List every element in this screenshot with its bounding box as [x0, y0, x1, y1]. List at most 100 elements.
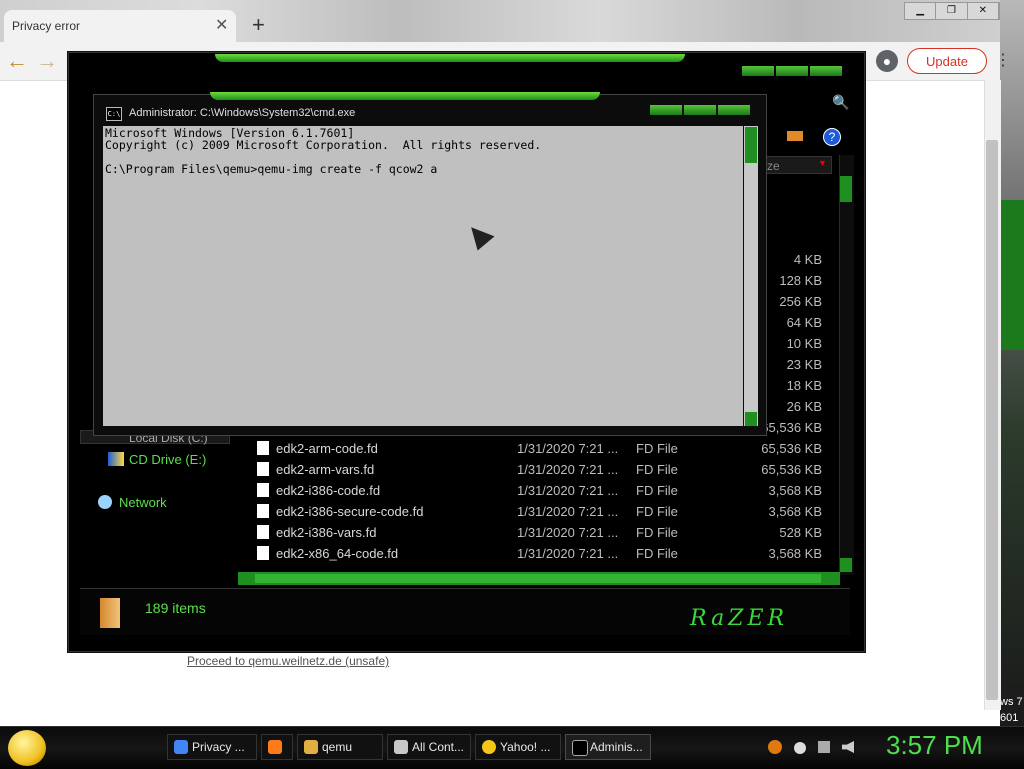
file-row[interactable]: edk2-arm-code.fd 1/31/2020 7:21 ... FD F… [255, 439, 830, 459]
taskbar-button-chrome[interactable]: Privacy ... [167, 734, 257, 760]
file-icon [257, 462, 269, 476]
horizontal-scrollbar-thumb[interactable] [255, 574, 821, 583]
cd-drive-icon [108, 452, 124, 466]
file-icon [257, 441, 269, 455]
cmd-scrollbar[interactable] [744, 126, 758, 426]
file-type: FD File [636, 441, 678, 456]
file-icon [257, 504, 269, 518]
cmd-minimize-button[interactable] [650, 105, 682, 115]
desktop-wallpaper-accent [1000, 200, 1024, 350]
file-row[interactable]: edk2-arm-vars.fd 1/31/2020 7:21 ... FD F… [255, 460, 830, 480]
firefox-icon [268, 740, 282, 754]
nav-cd-drive[interactable]: CD Drive (E:) [129, 452, 206, 467]
taskbar-clock[interactable]: 3:57 PM [886, 730, 983, 761]
file-date: 1/31/2020 7:21 ... [517, 525, 619, 540]
cmd-scrollbar-thumb[interactable] [745, 127, 757, 163]
explorer-close-button[interactable] [810, 66, 842, 76]
taskbar-button-label: All Cont... [412, 740, 465, 754]
console-line: Copyright (c) 2009 Microsoft Corporation… [105, 138, 542, 152]
tray-search-icon[interactable] [768, 740, 782, 754]
back-button[interactable]: ← [6, 48, 28, 74]
file-name: edk2-i386-code.fd [276, 483, 381, 498]
file-size: 3,568 KB [768, 546, 823, 561]
file-type: FD File [636, 462, 678, 477]
desktop-wallpaper [1000, 0, 1024, 726]
start-button[interactable] [8, 730, 46, 766]
contacts-icon [394, 740, 408, 754]
taskbar-button-label: Yahoo! ... [500, 740, 551, 754]
folder-icon[interactable] [787, 131, 803, 141]
tab-close-icon[interactable]: ✕ [215, 15, 228, 35]
console-text: Microsoft Windows [Version 6.1.7601] Copy… [105, 127, 541, 175]
file-date: 1/31/2020 7:21 ... [517, 441, 619, 456]
cmd-title-accent [210, 92, 600, 100]
nav-network[interactable]: Network [119, 495, 167, 510]
cmd-icon[interactable]: C:\ [106, 107, 122, 121]
profile-avatar-icon[interactable]: ● [876, 50, 898, 72]
explorer-maximize-button[interactable] [776, 66, 808, 76]
explorer-vertical-scrollbar[interactable] [839, 155, 854, 575]
file-type: FD File [636, 525, 678, 540]
taskbar-button-cmd[interactable]: Adminis... [565, 734, 651, 760]
file-icon [257, 525, 269, 539]
update-button[interactable]: Update [907, 48, 987, 74]
taskbar-button-yahoo[interactable]: Yahoo! ... [475, 734, 561, 760]
scroll-up-button[interactable] [840, 176, 852, 202]
console-prompt-line: C:\Program Files\qemu>qemu-img create -f… [105, 162, 438, 176]
file-type: FD File [636, 483, 678, 498]
help-icon[interactable]: ? [823, 128, 841, 146]
scroll-down-button[interactable] [840, 558, 852, 572]
desktop-watermark-text: ws 7 [1000, 696, 1023, 708]
yahoo-smiley-icon [482, 740, 496, 754]
taskbar-button-contacts[interactable]: All Cont... [387, 734, 471, 760]
folder-icon [304, 740, 318, 754]
file-size: 3,568 KB [768, 483, 823, 498]
file-name: edk2-i386-vars.fd [276, 525, 377, 540]
taskbar-button-label: Adminis... [590, 740, 643, 754]
explorer-minimize-button[interactable] [742, 66, 774, 76]
taskbar-button-firefox[interactable] [261, 734, 293, 760]
file-row[interactable]: edk2-x86_64-code.fd 1/31/2020 7:21 ... F… [255, 544, 830, 564]
cmd-icon [572, 740, 588, 756]
chevron-down-icon[interactable]: ▼ [818, 158, 827, 168]
browser-window-controls: ▁ ❐ ✕ [904, 2, 1000, 20]
file-date: 1/31/2020 7:21 ... [517, 504, 619, 519]
file-row[interactable]: edk2-i386-secure-code.fd 1/31/2020 7:21 … [255, 502, 830, 522]
search-icon[interactable]: 🔍 [832, 94, 849, 111]
cmd-close-button[interactable] [718, 105, 750, 115]
cmd-scroll-down-button[interactable] [745, 412, 757, 426]
file-icon [257, 483, 269, 497]
forward-button[interactable]: → [36, 48, 58, 74]
minimize-button[interactable]: ▁ [905, 3, 937, 19]
file-size: 65,536 KB [761, 441, 822, 456]
file-name: edk2-i386-secure-code.fd [276, 504, 424, 519]
file-date: 1/31/2020 7:21 ... [517, 483, 619, 498]
tray-network-icon[interactable] [818, 741, 830, 753]
file-name: edk2-arm-vars.fd [276, 462, 375, 477]
file-row[interactable]: edk2-i386-vars.fd 1/31/2020 7:21 ... FD … [255, 523, 830, 543]
file-row[interactable]: edk2-i386-code.fd 1/31/2020 7:21 ... FD … [255, 481, 830, 501]
razer-logo: RaZER [690, 606, 789, 631]
browser-menu-icon[interactable]: ⋮ [995, 50, 1011, 70]
taskbar-button-qemu[interactable]: qemu [297, 734, 383, 760]
tray-status-icon[interactable] [794, 742, 806, 754]
file-size: 65,536 KB [761, 462, 822, 477]
item-count: 189 items [145, 600, 206, 616]
chrome-icon [174, 740, 188, 754]
maximize-button[interactable]: ❐ [936, 3, 968, 19]
network-icon [98, 495, 112, 509]
file-size: 3,568 KB [768, 504, 823, 519]
proceed-unsafe-link[interactable]: Proceed to qemu.weilnetz.de (unsafe) [187, 654, 389, 668]
new-tab-button[interactable]: + [252, 12, 265, 38]
file-name: edk2-arm-code.fd [276, 441, 378, 456]
explorer-window-controls [742, 66, 842, 76]
file-size: 528 KB [779, 525, 822, 540]
cmd-maximize-button[interactable] [684, 105, 716, 115]
cmd-window-title: Administrator: C:\Windows\System32\cmd.e… [129, 107, 356, 119]
page-scrollbar-thumb[interactable] [986, 140, 998, 700]
tab-title: Privacy error [12, 19, 81, 33]
file-icon [257, 546, 269, 560]
taskbar-button-label: Privacy ... [192, 740, 245, 754]
file-date: 1/31/2020 7:21 ... [517, 462, 619, 477]
close-window-button[interactable]: ✕ [968, 3, 999, 19]
